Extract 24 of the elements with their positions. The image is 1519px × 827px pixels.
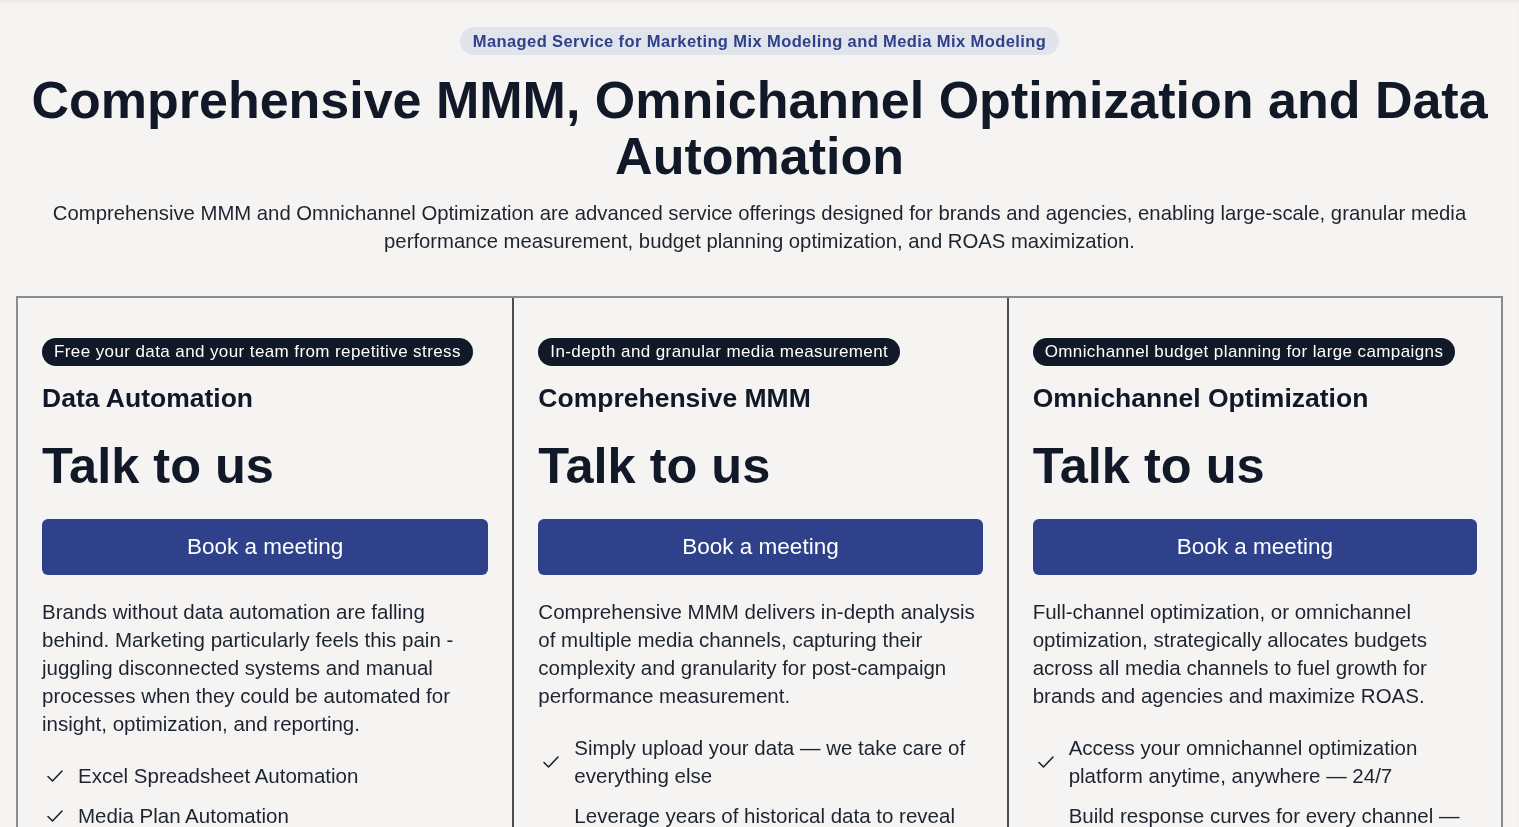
- eyebrow-badge: Managed Service for Marketing Mix Modeling and Media Mix Modeling: [459, 27, 1060, 55]
- book-meeting-button[interactable]: Book a meeting: [1032, 519, 1477, 575]
- plan-tagline-badge: Free your data and your team from repetitive stress: [42, 338, 473, 366]
- plan-price: Talk to us: [1032, 436, 1265, 496]
- feature-text: Excel Spreadsheet Automation: [78, 763, 359, 789]
- feature-text: Leverage years of historical data to reveal: [574, 803, 955, 827]
- plan-description: Comprehensive MMM delivers in-depth analysis of multiple media channels, capturing their complexity and granularity for post-campaign performance measurement.: [538, 599, 976, 709]
- plan-name: Comprehensive MMM: [538, 382, 811, 414]
- plan-description: Brands without data automation are falling behind. Marketing particularly feels this pain - juggling disconnected systems and manual processes when they could be automated for insight, optimization, and reporting.: [42, 599, 455, 737]
- book-meeting-button[interactable]: Book a meeting: [42, 519, 489, 575]
- book-meeting-button[interactable]: Book a meeting: [538, 519, 983, 575]
- page-subtitle: Comprehensive MMM and Omnichannel Optimization are advanced service offerings designed for brands and agencies, enabling large-scale, granular media performance measurement, budget planning optimization, and ROAS maximization.: [51, 201, 1468, 254]
- plan-tagline-badge: In-depth and granular media measurement: [538, 338, 901, 366]
- plan-price: Talk to us: [42, 436, 274, 496]
- plan-price: Talk to us: [538, 436, 771, 496]
- page-title: Comprehensive MMM, Omnichannel Optimization and Data Automation: [30, 72, 1489, 184]
- plan-name: Omnichannel Optimization: [1032, 382, 1369, 414]
- feature-text: Media Plan Automation: [78, 803, 289, 827]
- feature-text: Build response curves for every channel —: [1068, 803, 1460, 827]
- plan-description: Full-channel optimization, or omnichannel optimization, strategically allocates budgets across all media channels to fuel growth for brands and agencies and maximize ROAS.: [1032, 599, 1428, 709]
- feature-text: Access your omnichannel optimization platform anytime, anywhere — 24/7: [1068, 735, 1419, 789]
- plan-name: Data Automation: [42, 382, 254, 414]
- plan-tagline-badge: Omnichannel budget planning for large campaigns: [1032, 338, 1456, 366]
- feature-text: Simply upload your data — we take care of everything else: [574, 735, 967, 789]
